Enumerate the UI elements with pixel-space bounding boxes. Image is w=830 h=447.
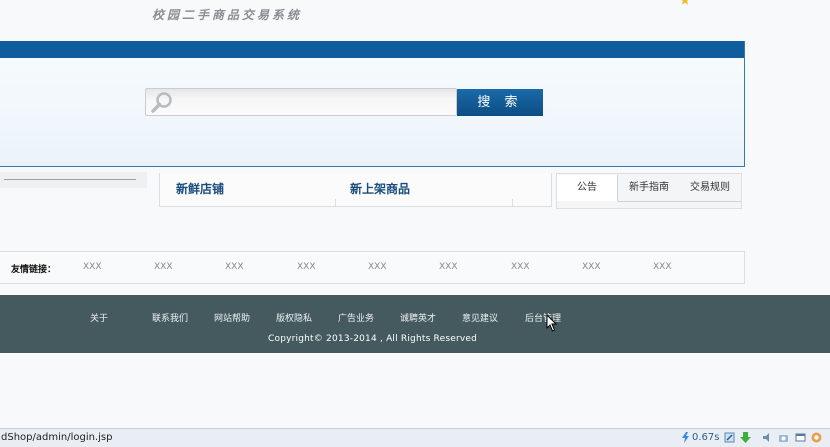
friend-links-label: 友情链接： — [11, 265, 57, 275]
footer-link-about[interactable]: 关于 — [90, 311, 108, 324]
friend-link[interactable]: XXX — [511, 262, 530, 272]
mouse-cursor-icon — [546, 314, 558, 332]
new-shops-title[interactable]: 新鲜店铺 — [176, 180, 224, 197]
divider — [618, 201, 741, 202]
edit-icon[interactable] — [724, 432, 735, 443]
window-icon[interactable] — [795, 432, 806, 443]
friend-link[interactable]: XXX — [653, 262, 672, 272]
search-panel: 搜 索 — [0, 41, 745, 167]
friend-link[interactable]: XXX — [154, 262, 173, 272]
footer-link-jobs[interactable]: 诚聘英才 — [400, 311, 436, 324]
status-url: dShop/admin/login.jsp — [1, 432, 113, 443]
category-strip — [0, 172, 147, 188]
notice-tabs: 公告 新手指南 交易规则 — [556, 173, 742, 209]
footer-link-help[interactable]: 网站帮助 — [214, 311, 250, 324]
tab-notice[interactable]: 公告 — [557, 175, 618, 201]
footer-link-privacy[interactable]: 版权隐私 — [276, 311, 312, 324]
copyright-text: Copyright© 2013-2014 , All Rights Reserv… — [268, 334, 478, 344]
friend-link[interactable]: XXX — [368, 262, 387, 272]
magnifier-icon — [151, 92, 172, 113]
tab-trade-rules[interactable]: 交易规则 — [681, 175, 739, 201]
search-input[interactable] — [145, 88, 457, 116]
browser-icon[interactable] — [811, 432, 822, 443]
friend-link[interactable]: XXX — [225, 262, 244, 272]
search-button[interactable]: 搜 索 — [457, 89, 543, 116]
friend-link[interactable]: XXX — [83, 262, 102, 272]
footer-link-ads[interactable]: 广告业务 — [338, 311, 374, 324]
footer-link-contact[interactable]: 联系我们 — [152, 311, 188, 324]
star-icon — [681, 0, 689, 5]
divider — [335, 199, 513, 207]
friend-link[interactable]: XXX — [439, 262, 458, 272]
footer: 关于 联系我们 网站帮助 版权隐私 广告业务 诚聘英才 意见建议 后台管理 Co… — [0, 295, 830, 353]
site-title: 校园二手商品交易系统 — [152, 8, 303, 22]
lightning-icon — [682, 432, 689, 443]
search-panel-header-bar — [0, 41, 744, 58]
download-icon[interactable] — [740, 432, 751, 443]
screenshot-icon[interactable] — [778, 432, 789, 443]
friend-link[interactable]: XXX — [297, 262, 316, 272]
browser-status-bar: dShop/admin/login.jsp 0.67s — [0, 428, 830, 447]
new-goods-title[interactable]: 新上架商品 — [350, 180, 410, 197]
friend-link[interactable]: XXX — [582, 262, 601, 272]
speaker-icon[interactable] — [762, 432, 773, 443]
tab-beginner-guide[interactable]: 新手指南 — [621, 175, 677, 201]
shops-box: 新鲜店铺 新上架商品 — [159, 173, 552, 207]
friend-links-bar: 友情链接： XXX XXX XXX XXX XXX XXX XXX XXX XX… — [0, 251, 745, 284]
status-load-time: 0.67s — [692, 432, 720, 443]
footer-link-feedback[interactable]: 意见建议 — [462, 311, 498, 324]
divider — [4, 179, 136, 180]
